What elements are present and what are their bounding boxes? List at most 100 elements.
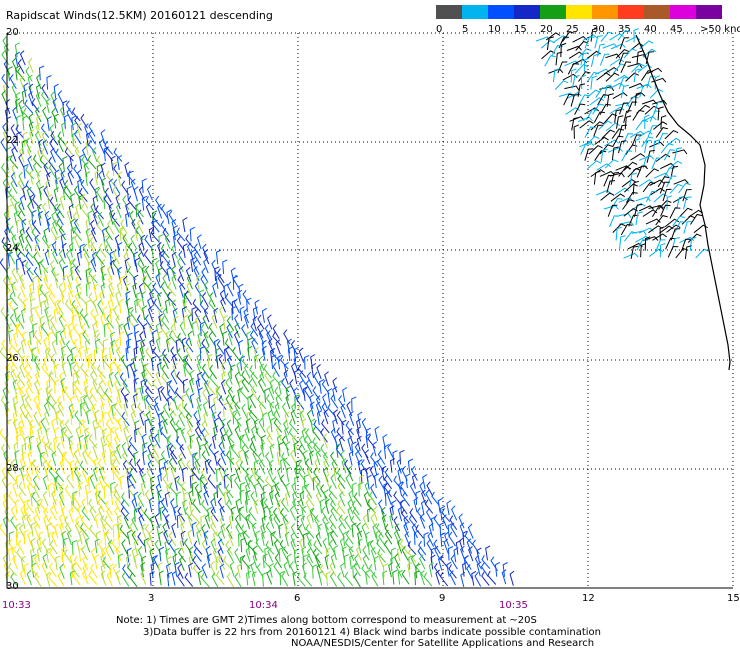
- wind-barb: [180, 427, 187, 443]
- wind-barb: [70, 346, 76, 362]
- wind-barb: [371, 571, 379, 587]
- wind-barb: [19, 362, 26, 378]
- wind-barb: [646, 75, 656, 89]
- wind-barb: [61, 242, 67, 259]
- wind-barb: [26, 570, 32, 586]
- wind-barb: [485, 545, 491, 561]
- wind-barb: [6, 419, 12, 434]
- wind-barb: [239, 489, 245, 505]
- wind-barb: [364, 531, 370, 547]
- wind-barb: [260, 523, 266, 539]
- wind-barb: [435, 569, 441, 585]
- wind-barb: [218, 395, 227, 410]
- wind-barb: [178, 513, 185, 529]
- wind-barb: [136, 218, 144, 234]
- wind-barb: [166, 266, 172, 282]
- wind-barb: [81, 506, 90, 521]
- wind-barb: [287, 346, 294, 362]
- wind-barb: [246, 297, 252, 313]
- wind-barb: [24, 395, 33, 411]
- wind-barb: [44, 442, 50, 458]
- wind-barb: [587, 160, 602, 170]
- wind-barb: [268, 513, 275, 529]
- wind-barb: [100, 162, 106, 178]
- wind-barb: [85, 299, 91, 315]
- wind-barb: [464, 531, 474, 546]
- wind-barb: [301, 546, 307, 562]
- wind-barb: [179, 443, 187, 459]
- coastline: [635, 34, 731, 371]
- lat-label-28: 28: [6, 463, 19, 474]
- wind-barb: [252, 553, 258, 569]
- wind-barb: [119, 298, 125, 314]
- wind-barb: [384, 468, 393, 483]
- wind-barb: [34, 371, 41, 387]
- wind-barb: [481, 571, 490, 586]
- wind-barb: [585, 109, 598, 121]
- wind-barb: [179, 538, 185, 554]
- wind-barb: [22, 115, 28, 131]
- wind-barb: [187, 313, 193, 329]
- wind-barb: [277, 354, 283, 370]
- wind-barb: [306, 371, 314, 387]
- wind-barb: [229, 457, 235, 473]
- wind-barb: [635, 138, 641, 153]
- wind-barb: [472, 539, 480, 555]
- wind-barb: [298, 444, 307, 459]
- wind-barb: [178, 411, 186, 427]
- wind-barb: [202, 314, 209, 330]
- wind-barb: [218, 555, 226, 570]
- wind-barb: [96, 155, 104, 170]
- wind-barb: [27, 531, 33, 547]
- wind-barb: [580, 74, 587, 90]
- wind-barb: [121, 492, 130, 507]
- wind-barb: [126, 529, 132, 545]
- wind-barb: [220, 379, 227, 395]
- wind-barb: [619, 37, 630, 50]
- wind-barb: [391, 499, 397, 515]
- wind-barb: [268, 459, 274, 475]
- wind-barb: [593, 170, 601, 185]
- lon-label-6: 6: [294, 593, 301, 604]
- wind-barb: [59, 195, 65, 211]
- wind-barb: [61, 362, 67, 378]
- wind-barb: [373, 506, 378, 522]
- wind-barb: [25, 66, 33, 82]
- wind-barb: [373, 555, 379, 571]
- wind-barb: [78, 434, 84, 450]
- wind-barb: [451, 505, 458, 521]
- wind-barb: [73, 380, 83, 395]
- wind-barb: [68, 443, 75, 459]
- wind-barb: [191, 321, 197, 337]
- wind-barb: [361, 523, 368, 539]
- wind-barb: [179, 282, 184, 298]
- wind-barb: [31, 491, 40, 507]
- wind-barb: [22, 473, 27, 490]
- wind-barb: [189, 226, 196, 242]
- wind-barb: [44, 306, 50, 322]
- wind-barb: [690, 213, 703, 225]
- wind-barb: [145, 410, 152, 426]
- wind-barb: [5, 99, 11, 115]
- wind-barb: [420, 570, 425, 586]
- wind-barb: [127, 266, 137, 281]
- wind-barb: [227, 386, 235, 402]
- wind-barb: [62, 155, 68, 171]
- wind-barb: [141, 178, 147, 193]
- wind-barb: [53, 363, 60, 379]
- wind-barb: [447, 546, 454, 561]
- wind-barb: [96, 220, 106, 236]
- wind-barb: [103, 515, 113, 530]
- wind-barb: [187, 443, 194, 459]
- wind-barb: [241, 403, 248, 419]
- wind-barb: [653, 139, 660, 154]
- wind-barb: [105, 225, 113, 241]
- wind-barb: [112, 258, 121, 274]
- wind-barb: [201, 292, 209, 308]
- wind-barb: [106, 571, 113, 587]
- wind-barb: [152, 212, 161, 227]
- wind-barb: [632, 109, 645, 121]
- wind-barb: [73, 354, 80, 370]
- wind-barb: [378, 553, 385, 569]
- wind-barb: [217, 497, 225, 513]
